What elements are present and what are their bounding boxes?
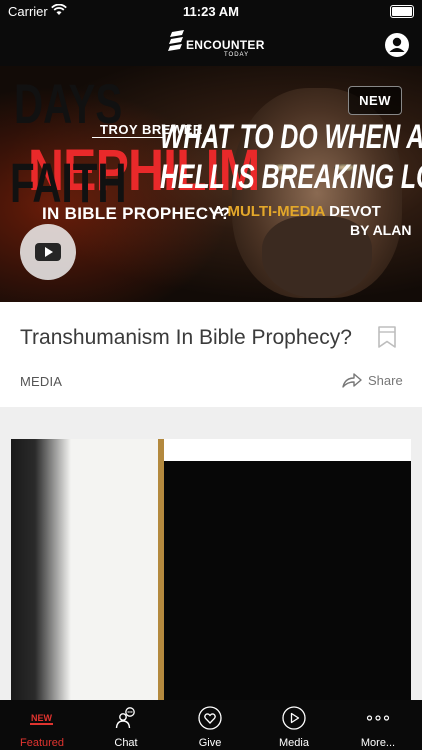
devotional-line-3-pre: A (213, 203, 228, 220)
youtube-play-icon (35, 243, 61, 261)
tab-media[interactable]: Media (252, 700, 336, 750)
tab-chat-label: Chat (114, 737, 138, 749)
new-badge: NEW (348, 86, 402, 115)
logo-mark-icon (168, 30, 184, 51)
status-bar: Carrier 11:23 AM (0, 0, 422, 24)
play-video-button[interactable] (20, 224, 76, 280)
devotional-line-1: WHAT TO DO WHEN A (160, 118, 422, 156)
tab-bar: NEW Featured Chat Give Media More... (0, 700, 422, 750)
tab-featured-label: Featured (19, 737, 65, 749)
more-icon (366, 715, 390, 721)
share-icon (342, 373, 362, 388)
play-icon (282, 706, 306, 730)
brush-stroke (11, 439, 71, 709)
devotional-line-3-post: DEVOT (324, 203, 381, 220)
tab-give-label: Give (198, 737, 222, 749)
faith-text: FAITH (10, 151, 127, 214)
featured-title[interactable]: Transhumanism In Bible Prophecy? (20, 326, 352, 350)
devotional-card[interactable] (11, 439, 411, 709)
tab-give[interactable]: Give (168, 700, 252, 750)
battery-icon (390, 5, 414, 18)
tab-media-label: Media (279, 737, 309, 749)
devotional-line-4: BY ALAN (350, 222, 412, 238)
bookmark-icon[interactable] (378, 326, 396, 348)
devotional-line-2: HELL IS BREAKING LO (160, 158, 422, 196)
clock: 11:23 AM (183, 4, 239, 19)
devotional-highlight: MULTI-MEDIA (227, 203, 325, 220)
featured-category: MEDIA (20, 374, 63, 389)
featured-card[interactable]: Transhumanism In Bible Prophecy? MEDIA S… (0, 302, 422, 407)
tab-more[interactable]: More... (336, 700, 420, 750)
share-label: Share (368, 373, 403, 388)
tab-featured[interactable]: NEW Featured (0, 700, 84, 750)
devotional-artwork (164, 461, 411, 709)
app-header: ENCOUNTER TODAY (0, 24, 422, 66)
tab-more-label: More... (360, 737, 396, 749)
new-icon: NEW (30, 713, 53, 725)
profile-icon[interactable] (385, 33, 409, 57)
days-text: DAYS (14, 72, 123, 135)
chat-icon (115, 707, 135, 729)
tab-chat[interactable]: Chat (84, 700, 168, 750)
logo-wordmark: ENCOUNTER (186, 38, 265, 52)
logo-subtitle: TODAY (224, 52, 250, 58)
devotional-line-3: A MULTI-MEDIA DEVOT (213, 203, 381, 220)
heart-icon (198, 706, 222, 730)
share-button[interactable]: Share (342, 372, 403, 391)
